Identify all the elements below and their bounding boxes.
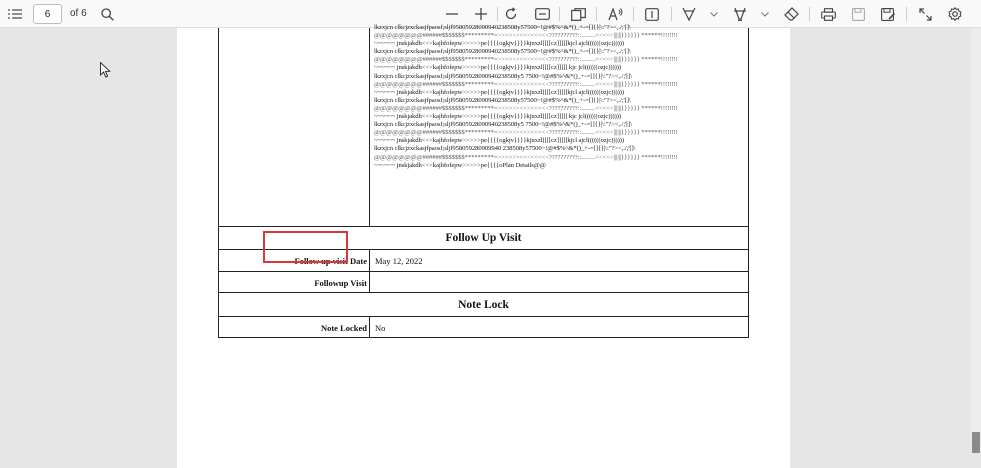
table-row: Note Locked No [219,316,748,338]
settings-icon[interactable] [946,0,964,28]
note-locked-value: No [375,323,386,333]
followup-visit-label: Followup Visit [314,278,367,288]
plan-text-line: lkzxjcn clkcjzxckasjfpaosf;sljf958059280… [374,48,631,56]
plan-text-line: lkzxjcn clkcjzxckasjfpaosf;sljf958059280… [374,145,636,153]
note-lock-title: Note Lock [458,299,509,311]
page-count-label: of 6 [70,8,87,19]
section-header-note-lock: Note Lock [219,292,748,316]
plan-text-line: ~~~~~~ jnskjakdh<<<kajhfofepw>>>>>pe{{{{… [374,64,621,72]
toolbar-divider [497,7,498,21]
table-divider [369,250,370,271]
erase-icon[interactable] [782,0,800,28]
table-divider [369,272,370,292]
toolbar-divider [809,7,810,21]
print-icon[interactable] [819,0,837,28]
mouse-cursor-icon [100,61,111,83]
table-divider [369,317,370,338]
chevron-down-icon[interactable] [759,0,771,28]
plan-text-line: lkzxjcn clkcjzxckasjfpaosf;sljf958059280… [374,24,631,31]
plan-text-line: ~~~~~~ jnskjakdh<<<kajhfofepw>>>>>pe{{{{… [374,161,546,169]
page-number-input[interactable]: 6 [33,4,62,24]
contents-icon[interactable] [6,0,24,28]
table-row: Followup Visit [219,271,748,292]
scrollbar[interactable] [971,28,981,453]
save-as-icon[interactable] [879,0,897,28]
follow-up-date-value: May 12, 2022 [375,256,423,266]
toolbar-divider [596,7,597,21]
plan-text-line: ~~~~~~ jnskjakdh<<<kajhfofepw>>>>>pe{{{{… [374,88,625,96]
plan-details-text: lkzxjcn clkcjzxckasjfpaosf;sljf958059280… [374,24,746,222]
search-icon[interactable] [99,0,115,28]
toolbar-divider [671,7,672,21]
plan-text-line: @@@@@@@@######$$$$$$$*********=>>>>>><<<… [374,56,678,64]
plan-text-line: @@@@@@@@######$$$$$$$*********=>>>>>><<<… [374,153,678,161]
plan-text-line: ~~~~~~ jnskjakdh<<<kajhfofepw>>>>>pe{{{{… [374,113,621,121]
plan-text-line: @@@@@@@@######$$$$$$$*********=>>>>>><<<… [374,32,678,40]
plan-text-line: @@@@@@@@######$$$$$$$*********=>>>>>><<<… [374,104,678,112]
note-lock-highlight [263,231,348,263]
plan-text-line: lkzxjcn clkcjzxckasjfpaosf;sljf958059280… [374,96,631,104]
plan-text-line: lkzxjcn clkcjzxckasjfpaosf;sljf958059280… [374,121,633,129]
plan-text-line: ~~~~~~ jnskjakdh<<<kajhfofepw>>>>>pe{{{{… [374,40,625,48]
toolbar-divider [633,7,634,21]
plan-text-line: lkzxjcn clkcjzxckasjfpaosf;sljf958059280… [374,72,633,80]
table-divider [369,28,370,226]
plan-text-line: @@@@@@@@######$$$$$$$*********=>>>>>><<<… [374,80,678,88]
fullscreen-icon[interactable] [916,0,934,28]
scrollbar-thumb[interactable] [972,432,980,453]
plan-text-line: @@@@@@@@######$$$$$$$*********=>>>>>><<<… [374,129,678,137]
toolbar-divider [906,7,907,21]
toolbar-divider [559,7,560,21]
note-locked-label: Note Locked [320,323,367,333]
save-icon[interactable] [850,0,866,28]
plan-text-line: ~~~~~~ jnskjakdh<<<kajhfofepw>>>>>pe{{{{… [374,137,625,145]
document-table: lkzxjcn clkcjzxckasjfpaosf;sljf958059280… [218,24,749,338]
